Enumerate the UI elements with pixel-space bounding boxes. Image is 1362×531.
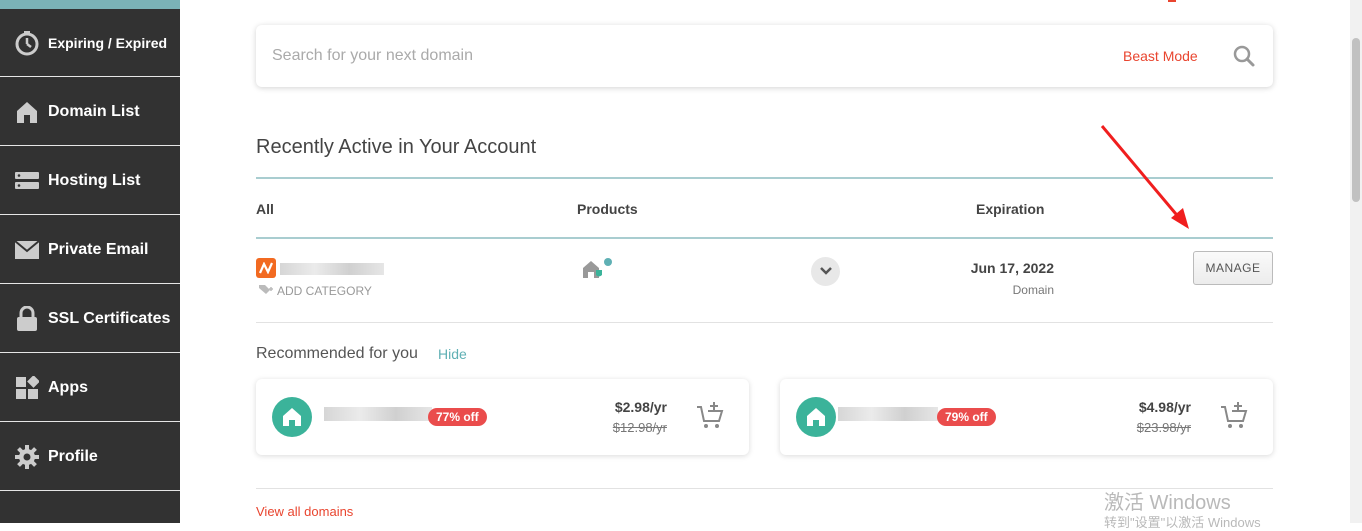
chevron-down-icon <box>819 263 833 281</box>
discount-badge: 79% off <box>937 408 996 426</box>
gear-icon <box>14 444 40 470</box>
stopwatch-icon <box>14 30 40 56</box>
beast-mode-link[interactable]: Beast Mode <box>1123 48 1198 64</box>
discount-badge: 77% off <box>428 408 487 426</box>
sidebar-item-apps[interactable]: Apps <box>0 354 180 422</box>
house-icon <box>272 397 312 437</box>
sidebar-item-label: Private Email <box>48 240 149 258</box>
sidebar-item-label: Hosting List <box>48 171 141 189</box>
expand-row-button[interactable] <box>811 257 840 286</box>
registrar-logo-icon <box>256 258 276 278</box>
server-icon <box>14 168 40 194</box>
windows-activation-watermark: 激活 Windows <box>1104 492 1231 514</box>
column-products: Products <box>577 201 638 217</box>
sidebar-item-label: Expiring / Expired <box>48 34 168 51</box>
search-input[interactable]: Search for your next domain <box>272 47 473 65</box>
search-icon[interactable] <box>1232 44 1256 68</box>
price: $4.98/yr <box>1138 399 1191 415</box>
sidebar-item-expiring[interactable]: Expiring / Expired <box>0 9 180 77</box>
sidebar-item-private-email[interactable]: Private Email <box>0 216 180 284</box>
house-icon <box>14 99 40 125</box>
old-price: $23.98/yr <box>1136 420 1191 435</box>
old-price: $12.98/yr <box>612 420 667 435</box>
recently-active-title: Recently Active in Your Account <box>256 136 537 158</box>
sidebar-item-label: Apps <box>48 378 88 396</box>
add-to-cart-icon[interactable] <box>1219 401 1249 431</box>
sidebar-item-label: SSL Certificates <box>48 309 171 327</box>
recommended-domain-card[interactable]: 79% off $4.98/yr $23.98/yr <box>780 379 1273 455</box>
view-all-domains-link[interactable]: View all domains <box>256 504 353 519</box>
price: $2.98/yr <box>614 399 667 415</box>
recommended-title: Recommended for you <box>256 345 418 362</box>
sidebar-item-label: Domain List <box>48 102 140 120</box>
envelope-icon <box>14 237 40 263</box>
sidebar-item-hosting-list[interactable]: Hosting List <box>0 147 180 215</box>
manage-button[interactable]: MANAGE <box>1193 251 1273 285</box>
column-expiration: Expiration <box>976 201 1045 217</box>
lock-icon <box>14 305 40 332</box>
apps-grid-icon <box>14 375 40 401</box>
sidebar-item-ssl-certificates[interactable]: SSL Certificates <box>0 285 180 353</box>
annotation-arrow <box>1100 125 1189 229</box>
hide-recommended-link[interactable]: Hide <box>438 346 467 362</box>
sidebar: Expiring / Expired Domain List Hosting L… <box>0 0 180 523</box>
divider <box>256 237 1273 239</box>
tag-icon <box>258 283 274 298</box>
scrollbar-thumb[interactable] <box>1352 38 1360 202</box>
add-category-button[interactable]: ADD CATEGORY <box>258 283 372 298</box>
add-category-label: ADD CATEGORY <box>277 283 372 298</box>
add-to-cart-icon[interactable] <box>695 401 725 431</box>
sidebar-top-strip <box>0 0 180 9</box>
house-icon <box>796 397 836 437</box>
vertical-scrollbar[interactable] <box>1350 0 1362 523</box>
redacted-domain-name <box>324 407 432 421</box>
column-all: All <box>256 201 274 217</box>
sidebar-item-domain-list[interactable]: Domain List <box>0 78 180 146</box>
domain-search-box[interactable]: Search for your next domain Beast Mode <box>256 25 1273 87</box>
sidebar-item-profile[interactable]: Profile <box>0 423 180 491</box>
expiration-type: Domain <box>1012 283 1054 297</box>
redacted-domain-name[interactable] <box>280 263 384 275</box>
domain-product-icon <box>582 256 616 282</box>
sidebar-item-label: Profile <box>48 447 98 465</box>
windows-activation-watermark-subtitle: 转到"设置"以激活 Windows <box>1104 515 1261 530</box>
divider <box>256 322 1273 323</box>
redacted-domain-name <box>838 407 938 421</box>
recommended-domain-card[interactable]: 77% off $2.98/yr $12.98/yr <box>256 379 749 455</box>
expiration-date: Jun 17, 2022 <box>970 260 1054 276</box>
top-accent-fragment <box>1168 0 1176 2</box>
